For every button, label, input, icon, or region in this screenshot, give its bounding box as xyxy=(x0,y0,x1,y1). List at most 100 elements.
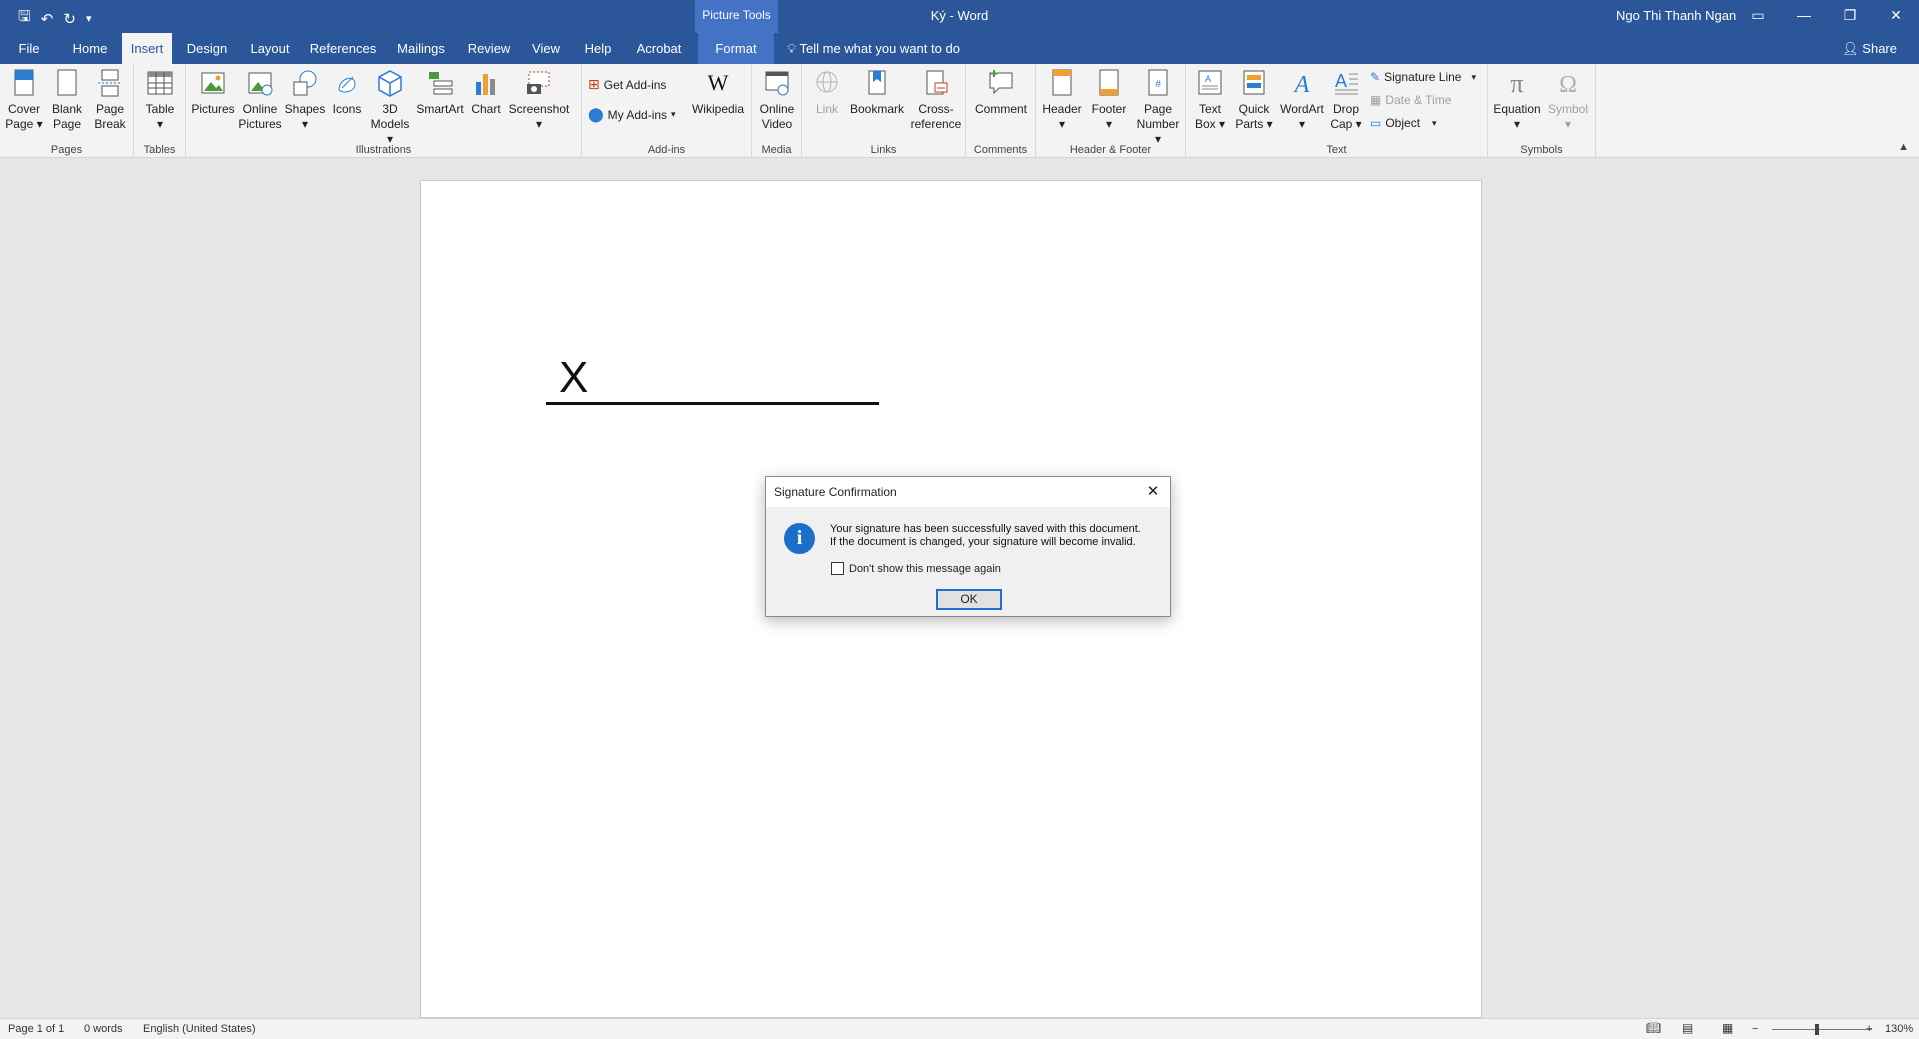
3d-models-button[interactable]: 3D Models ▾ xyxy=(368,68,412,147)
redo-icon[interactable]: ↻ xyxy=(63,10,76,28)
checkbox-label: Don't show this message again xyxy=(849,562,1001,575)
word-count[interactable]: 0 words xyxy=(84,1023,123,1035)
symbol-button[interactable]: Ω Symbol ▾ xyxy=(1544,68,1592,132)
dialog-title: Signature Confirmation xyxy=(766,477,1170,507)
tab-home[interactable]: Home xyxy=(68,33,112,64)
restore-icon[interactable]: ❐ xyxy=(1827,0,1873,33)
chart-button[interactable]: Chart xyxy=(468,68,504,117)
save-icon[interactable]: 🖫 xyxy=(18,6,31,31)
read-mode-icon[interactable]: 📖︎ xyxy=(1646,1021,1661,1035)
shapes-icon xyxy=(293,70,317,96)
close-icon[interactable]: ✕ xyxy=(1142,481,1164,503)
tab-view[interactable]: View xyxy=(526,33,566,64)
footer-button[interactable]: Footer ▾ xyxy=(1086,68,1132,132)
svg-text:#: # xyxy=(1155,79,1161,90)
comment-button[interactable]: Comment xyxy=(972,68,1030,117)
cover-page-icon xyxy=(14,69,34,96)
online-pictures-icon xyxy=(248,72,273,96)
group-media: Online Video Media xyxy=(752,64,802,158)
cover-page-button[interactable]: Cover Page ▾ xyxy=(4,68,44,132)
object-icon: ▭ xyxy=(1370,116,1382,130)
drop-cap-icon: A xyxy=(1335,71,1358,95)
chevron-down-icon: ▾ xyxy=(671,109,676,119)
date-time-button[interactable]: ▦ Date & Time xyxy=(1370,93,1451,107)
group-symbols: π Equation ▾ Ω Symbol ▾ Symbols xyxy=(1488,64,1596,158)
zoom-level[interactable]: 130% xyxy=(1885,1023,1913,1035)
shapes-button[interactable]: Shapes ▾ xyxy=(284,68,326,132)
bookmark-button[interactable]: Bookmark xyxy=(846,68,908,117)
wikipedia-icon: W xyxy=(708,70,729,95)
my-addins-button[interactable]: ⬤ My Add-ins ▾ xyxy=(588,106,676,123)
table-button[interactable]: Table ▾ xyxy=(140,68,180,132)
group-label-comments: Comments xyxy=(973,144,1028,156)
group-label-symbols: Symbols xyxy=(1520,144,1563,156)
footer-icon xyxy=(1099,69,1119,96)
screenshot-button[interactable]: Screenshot ▾ xyxy=(506,68,572,132)
quick-parts-button[interactable]: Quick Parts ▾ xyxy=(1232,68,1276,132)
signature-line-button[interactable]: ✎ Signature Line ▾ xyxy=(1370,70,1476,84)
page-break-icon xyxy=(98,69,122,97)
user-name[interactable]: Ngo Thi Thanh Ngan xyxy=(1616,8,1736,23)
icons-button[interactable]: Icons xyxy=(328,68,366,117)
svg-text:A: A xyxy=(1205,74,1211,84)
link-button[interactable]: Link xyxy=(810,68,844,117)
tab-mailings[interactable]: Mailings xyxy=(390,33,452,64)
smartart-button[interactable]: SmartArt xyxy=(414,68,466,117)
page-count[interactable]: Page 1 of 1 xyxy=(8,1023,64,1035)
signature-pen-icon: ✎ xyxy=(1370,70,1381,84)
window-controls: ▭ — ❐ ✕ xyxy=(1735,0,1919,33)
header-button[interactable]: Header ▾ xyxy=(1038,68,1086,132)
cross-reference-button[interactable]: Cross-reference xyxy=(910,68,962,132)
equation-button[interactable]: π Equation ▾ xyxy=(1490,68,1544,132)
zoom-in-icon[interactable]: + xyxy=(1866,1023,1872,1035)
tab-references[interactable]: References xyxy=(308,33,378,64)
group-comments: Comment Comments xyxy=(966,64,1036,158)
tab-format[interactable]: Format xyxy=(698,33,774,64)
dont-show-again-checkbox[interactable]: Don't show this message again xyxy=(831,562,1001,575)
tab-review[interactable]: Review xyxy=(464,33,514,64)
object-button[interactable]: ▭ Object ▾ xyxy=(1370,116,1437,130)
share-button[interactable]: 👤︎ Share xyxy=(1842,33,1897,64)
link-globe-icon xyxy=(816,71,838,93)
undo-icon[interactable]: ↶ xyxy=(41,10,54,28)
get-addins-button[interactable]: ⊞ Get Add-ins xyxy=(588,76,666,93)
wikipedia-button[interactable]: W Wikipedia xyxy=(688,68,748,117)
svg-text:A: A xyxy=(1335,71,1347,91)
online-video-button[interactable]: Online Video xyxy=(756,68,798,132)
signature-line[interactable] xyxy=(546,402,879,405)
drop-cap-button[interactable]: A Drop Cap ▾ xyxy=(1328,68,1364,132)
checkbox-box[interactable] xyxy=(831,562,844,575)
close-window-icon[interactable]: ✕ xyxy=(1873,0,1919,33)
page-break-button[interactable]: Page Break xyxy=(90,68,130,132)
print-layout-icon[interactable]: ▤ xyxy=(1682,1021,1693,1035)
zoom-slider-thumb[interactable] xyxy=(1815,1024,1819,1035)
tab-help[interactable]: Help xyxy=(578,33,618,64)
tab-design[interactable]: Design xyxy=(182,33,232,64)
tab-acrobat[interactable]: Acrobat xyxy=(630,33,688,64)
text-box-button[interactable]: A Text Box ▾ xyxy=(1188,68,1232,132)
minimize-icon[interactable]: — xyxy=(1781,0,1827,33)
tell-me-search[interactable]: 💡︎ Tell me what you want to do xyxy=(787,33,960,64)
tab-insert[interactable]: Insert xyxy=(122,33,172,64)
zoom-out-icon[interactable]: − xyxy=(1752,1023,1758,1035)
zoom-slider-track[interactable] xyxy=(1772,1029,1872,1030)
ok-button[interactable]: OK xyxy=(936,589,1002,610)
wordart-button[interactable]: A WordArt ▾ xyxy=(1276,68,1328,132)
tab-layout[interactable]: Layout xyxy=(244,33,296,64)
group-label-tables: Tables xyxy=(143,144,176,156)
language[interactable]: English (United States) xyxy=(143,1023,256,1035)
web-layout-icon[interactable]: ▦ xyxy=(1722,1021,1733,1035)
tab-file[interactable]: File xyxy=(10,33,48,64)
svg-text:W: W xyxy=(708,70,729,95)
pictures-button[interactable]: Pictures xyxy=(190,68,236,117)
customize-qat-icon[interactable]: ▾ xyxy=(86,12,92,25)
group-header-footer: Header ▾ Footer ▾ # Page Number ▾ Header & … xyxy=(1036,64,1186,158)
page-number-button[interactable]: # Page Number ▾ xyxy=(1132,68,1184,147)
online-pictures-button[interactable]: Online Pictures xyxy=(238,68,282,132)
smartart-icon xyxy=(429,72,453,95)
group-addins: ⊞ Get Add-ins ⬤ My Add-ins ▾ W Wikipedia… xyxy=(582,64,752,158)
ribbon-display-options-icon[interactable]: ▭ xyxy=(1735,0,1781,33)
collapse-ribbon-icon[interactable]: ▲ xyxy=(1898,141,1909,153)
icons-icon xyxy=(338,76,356,93)
blank-page-button[interactable]: Blank Page xyxy=(47,68,87,132)
